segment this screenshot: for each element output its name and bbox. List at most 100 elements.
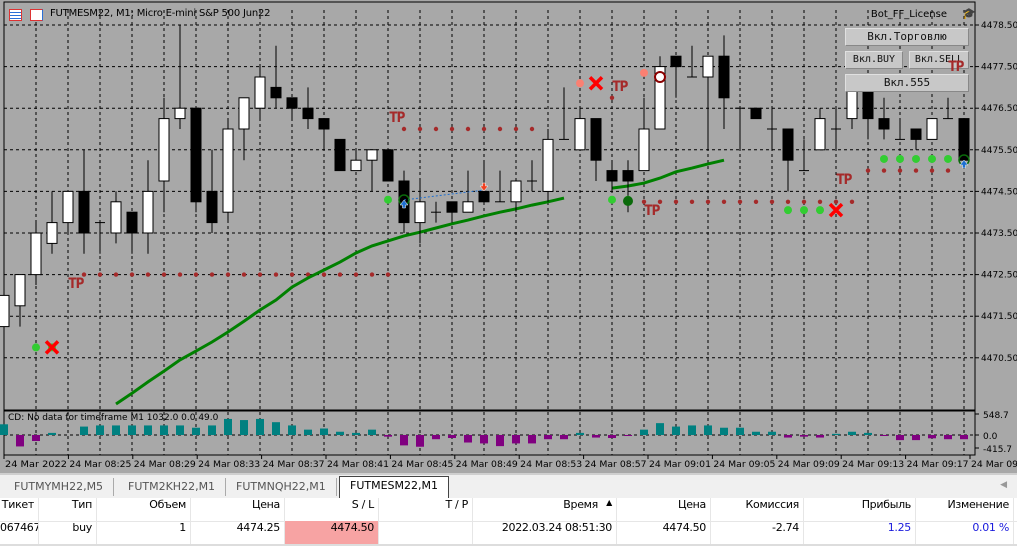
cell-profit: 1.25	[804, 521, 916, 544]
tp-dot	[929, 168, 935, 173]
candle-bull	[110, 201, 122, 234]
candle-bull	[14, 274, 26, 307]
cell-tp[interactable]	[379, 521, 473, 544]
price-chart[interactable]: 4478.50 4477.50 4476.50 4475.50 4474.50 4473.…	[0, 0, 1017, 473]
histogram-bar	[576, 432, 584, 435]
strategy-tester-icon[interactable]	[30, 9, 43, 21]
col-current-price[interactable]: Цена	[617, 498, 711, 521]
histogram-bar	[176, 425, 184, 435]
cell-time: 2022.03.24 08:51:30	[473, 521, 617, 544]
price-axis-label: 4477.50	[981, 63, 1017, 73]
signal-dot	[32, 343, 40, 352]
tabs-scroll-left-icon[interactable]: ◀	[1000, 480, 1007, 490]
cell-sl[interactable]: 4474.50	[285, 521, 379, 544]
histogram-bar	[624, 435, 632, 436]
tp-dot	[705, 199, 711, 204]
chart-list-icon[interactable]	[9, 9, 22, 21]
histogram-bar	[304, 429, 312, 435]
tp-dot	[865, 168, 871, 173]
candle-bull	[638, 128, 650, 172]
signal-dot	[896, 154, 904, 163]
candle-bear	[670, 55, 682, 68]
histogram-bar	[912, 435, 920, 441]
histogram-bar	[144, 425, 152, 435]
candle-bull	[158, 118, 170, 182]
tab-futmymh22-m5[interactable]: FUTMYMH22,M5	[4, 478, 115, 496]
tp-dot	[257, 272, 263, 277]
candle-bear	[286, 97, 298, 109]
tab-futmnqh22-m1[interactable]: FUTMNQH22,M1	[226, 478, 337, 496]
tp-dot	[481, 126, 487, 132]
positions-table: Тикет Тип Объем Цена S / L T / P Время ▲ …	[0, 498, 1017, 546]
tp-dot	[161, 272, 167, 277]
histogram-bar	[848, 431, 856, 435]
price-axis-label: 4474.50	[981, 187, 1017, 197]
col-commission[interactable]: Комиссия	[711, 498, 804, 521]
candle-bear	[862, 86, 874, 120]
candle-bull	[574, 118, 586, 151]
candle-bear	[334, 138, 346, 172]
indicator-label: CD: No data for timeframe M1 1032.0 0.0 …	[8, 413, 219, 423]
col-change[interactable]: Изменение	[916, 498, 1014, 521]
signal-dot	[880, 154, 888, 163]
time-axis-label: 24 Mar 08:41	[327, 460, 389, 470]
cell-type: buy	[39, 521, 97, 544]
histogram-bar	[656, 423, 664, 435]
enable-trading-button[interactable]: Вкл.Торговлю	[845, 28, 969, 46]
time-axis-label: 24 Mar 08:25	[69, 460, 131, 470]
signal-dot	[608, 195, 616, 204]
col-price[interactable]: Цена	[191, 498, 285, 521]
price-axis-label: 4471.50	[981, 312, 1017, 322]
histogram-bar	[192, 427, 200, 435]
tp-dot	[145, 272, 151, 277]
histogram-bar	[544, 435, 552, 440]
tab-futmesm22-m1[interactable]: FUTMESM22,M1	[339, 476, 449, 498]
price-axis-label: 4475.50	[981, 146, 1017, 156]
histogram-bar	[592, 435, 600, 438]
histogram-bar	[0, 424, 8, 435]
candle-bear	[910, 128, 922, 140]
enable-buy-button[interactable]: Вкл.BUY	[845, 51, 903, 69]
tp-dot	[833, 199, 839, 204]
col-time[interactable]: Время ▲	[473, 498, 617, 521]
col-profit[interactable]: Прибыль	[804, 498, 916, 521]
cell-volume: 1	[97, 521, 191, 544]
candle-bull	[142, 190, 154, 234]
tp-dot	[465, 126, 471, 132]
histogram-bar	[496, 435, 504, 447]
candle-bull	[542, 138, 554, 192]
col-tp[interactable]: T / P	[379, 498, 473, 521]
histogram-bar	[416, 435, 424, 447]
candle-bull	[30, 232, 42, 276]
table-row[interactable]: 067467 buy 1 4474.25 4474.50 2022.03.24 …	[0, 521, 1017, 546]
tab-futm2kh22-m1[interactable]: FUTM2KH22,M1	[118, 478, 227, 496]
tp-label: TP	[836, 172, 852, 188]
col-type[interactable]: Тип	[39, 498, 97, 521]
cell-change: 0.01 %	[916, 521, 1014, 544]
histogram-bar	[240, 420, 248, 435]
tp-dot	[529, 126, 535, 132]
enable-555-button[interactable]: Вкл.555	[845, 74, 969, 92]
tp-dot	[817, 199, 823, 204]
histogram-bar	[16, 435, 24, 447]
histogram-bar	[720, 427, 728, 435]
exit-dot	[640, 68, 648, 77]
tp-dot	[609, 95, 615, 101]
tp-dot	[241, 272, 247, 277]
table-header: Тикет Тип Объем Цена S / L T / P Время ▲ …	[0, 498, 1017, 522]
tp-label: TP	[68, 276, 84, 292]
histogram-bar	[336, 431, 344, 435]
price-axis-label: 4472.50	[981, 271, 1017, 281]
col-volume[interactable]: Объем	[97, 498, 191, 521]
candle-bear	[270, 86, 282, 99]
histogram-bar	[96, 425, 104, 435]
time-axis-label: 24 Mar 08:37	[263, 460, 325, 470]
tp-dot	[353, 272, 359, 277]
tp-dot	[769, 199, 775, 204]
tp-label: TP	[644, 203, 660, 219]
license-label: Bot_FF_License	[870, 9, 947, 20]
time-axis-label: 24 Mar 08:49	[456, 460, 518, 470]
histogram-bar	[832, 433, 840, 435]
col-ticket[interactable]: Тикет	[0, 498, 39, 521]
col-sl[interactable]: S / L	[285, 498, 379, 521]
